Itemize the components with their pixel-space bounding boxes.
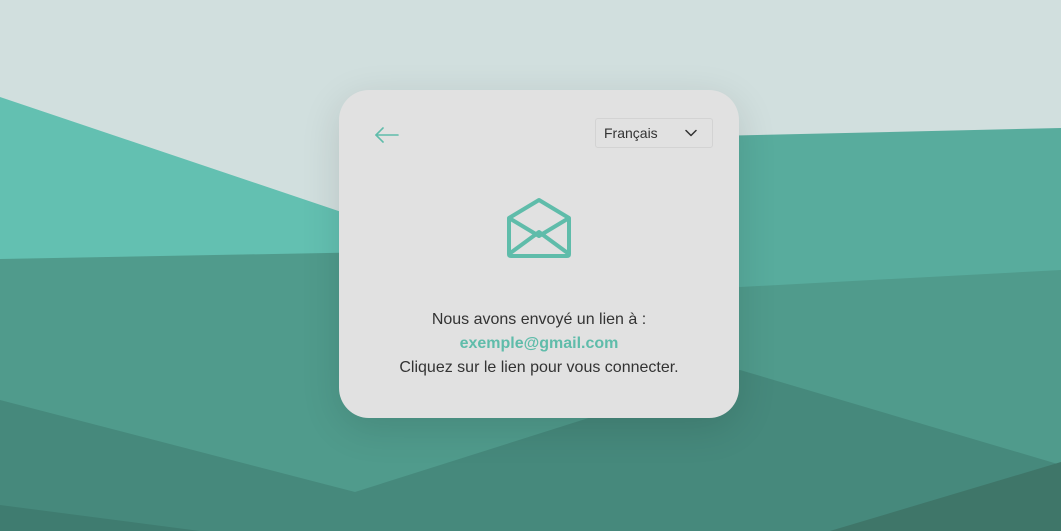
confirmation-message: Nous avons envoyé un lien à : exemple@gm… xyxy=(339,308,739,380)
envelope-open-icon xyxy=(507,198,571,258)
chevron-down-icon xyxy=(684,126,698,140)
confirmation-card: Français Nous avons envoyé un lien à : e… xyxy=(339,90,739,418)
language-select[interactable]: Français xyxy=(595,118,713,148)
language-selected-label: Français xyxy=(604,125,658,141)
arrow-left-icon xyxy=(375,127,399,143)
back-button[interactable] xyxy=(373,122,401,148)
sent-link-text: Nous avons envoyé un lien à : xyxy=(431,311,647,328)
email-address: exemple@gmail.com xyxy=(459,335,619,352)
instruction-text: Cliquez sur le lien pour vous connecter. xyxy=(399,359,679,376)
